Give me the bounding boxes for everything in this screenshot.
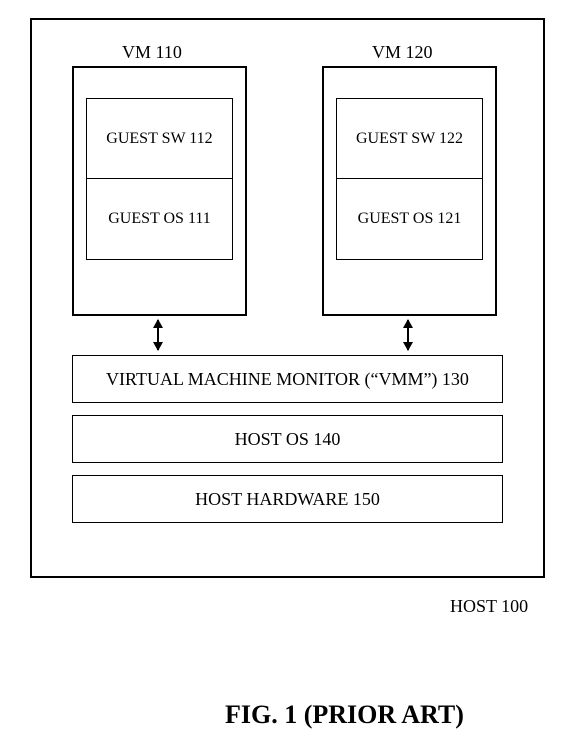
vm1-box: GUEST SW 112 GUEST OS 111 (72, 66, 247, 316)
vm1-guest-os: GUEST OS 111 (87, 179, 232, 259)
arrow-vm1 (157, 320, 159, 350)
vm2-inner: GUEST SW 122 GUEST OS 121 (336, 98, 483, 260)
vmm-box: VIRTUAL MACHINE MONITOR (“VMM”) 130 (72, 355, 503, 403)
vm2-box: GUEST SW 122 GUEST OS 121 (322, 66, 497, 316)
host-os-box: HOST OS 140 (72, 415, 503, 463)
vm2-label: VM 120 (372, 42, 433, 63)
vm2-guest-sw: GUEST SW 122 (337, 99, 482, 179)
vm1-label: VM 110 (122, 42, 182, 63)
host-hw-box: HOST HARDWARE 150 (72, 475, 503, 523)
host-label: HOST 100 (450, 596, 528, 617)
vm1-guest-sw: GUEST SW 112 (87, 99, 232, 179)
arrow-vm2 (407, 320, 409, 350)
vm2-guest-os: GUEST OS 121 (337, 179, 482, 259)
vm1-inner: GUEST SW 112 GUEST OS 111 (86, 98, 233, 260)
host-box: VM 110 GUEST SW 112 GUEST OS 111 VM 120 … (30, 18, 545, 578)
figure-label: FIG. 1 (PRIOR ART) (225, 700, 464, 730)
